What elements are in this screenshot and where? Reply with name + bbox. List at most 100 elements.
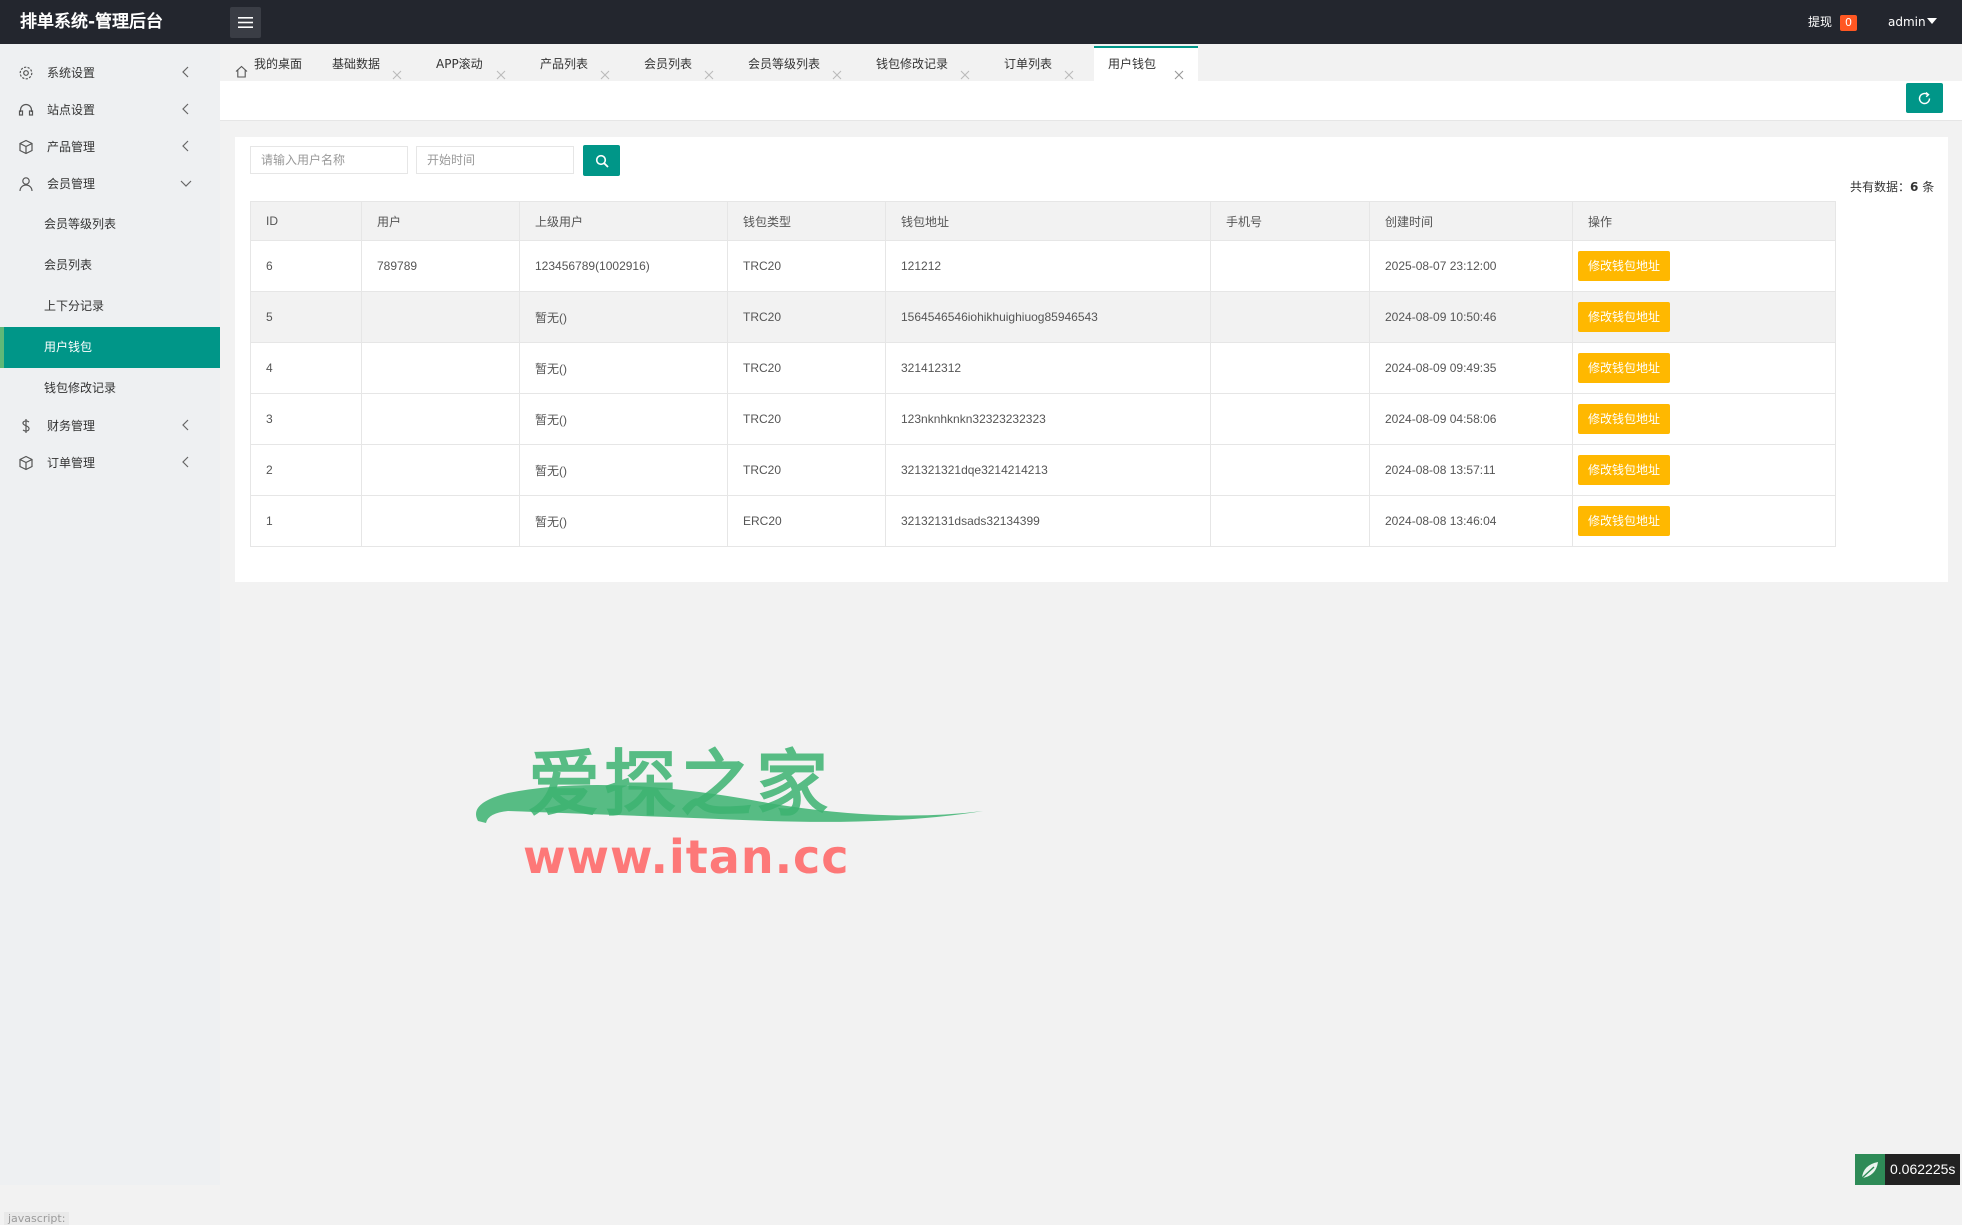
tab-member-list[interactable]: 会员列表 — [618, 48, 722, 81]
cell-phone — [1210, 444, 1370, 496]
username-search-input[interactable] — [250, 146, 408, 174]
tab-label: 我的桌面 — [254, 57, 303, 71]
sidebar-item-system-settings[interactable]: 系统设置 — [0, 55, 220, 91]
user-icon — [18, 176, 34, 192]
start-time-input[interactable] — [416, 146, 574, 174]
sidebar-item-member-management[interactable]: 会员管理 — [0, 166, 220, 202]
cell-user — [361, 444, 520, 496]
cell-wallet-address: 123nknhknkn32323232323 — [885, 393, 1211, 445]
chevron-left-icon — [180, 140, 192, 152]
column-header-user: 用户 — [361, 201, 520, 241]
cell-wallet-type: ERC20 — [727, 495, 886, 547]
edit-wallet-address-button[interactable]: 修改钱包地址 — [1578, 353, 1671, 383]
cell-created-time: 2024-08-08 13:46:04 — [1369, 495, 1573, 547]
caret-down-icon[interactable] — [1927, 18, 1937, 24]
sidebar-item-label: 站点设置 — [47, 103, 96, 117]
watermark-title: 爱探之家 — [528, 742, 833, 826]
close-icon[interactable] — [704, 60, 714, 80]
close-icon[interactable] — [960, 60, 970, 80]
cell-parent-user: 暂无() — [519, 393, 728, 445]
close-icon[interactable] — [832, 60, 842, 80]
tab-basic-data[interactable]: 基础数据 — [306, 48, 410, 81]
edit-wallet-address-button[interactable]: 修改钱包地址 — [1578, 455, 1671, 485]
chevron-down-icon — [180, 177, 192, 189]
edit-wallet-address-button[interactable]: 修改钱包地址 — [1578, 506, 1671, 536]
cell-user — [361, 495, 520, 547]
sidebar-subitem-label: 上下分记录 — [44, 299, 105, 313]
withdraw-count-badge: 0 — [1840, 15, 1857, 31]
gear-icon — [18, 65, 34, 81]
menu-toggle-button[interactable] — [230, 7, 261, 38]
tab-bar: 我的桌面 基础数据 APP滚动 产品列表 会员列表 会员等级列表 钱包修改记录 … — [220, 44, 1962, 83]
sidebar-item-order-management[interactable]: 订单管理 — [0, 445, 220, 481]
column-header-wallet-type: 钱包类型 — [727, 201, 886, 241]
home-icon — [235, 58, 248, 78]
sidebar-subitem-label: 用户钱包 — [44, 340, 93, 354]
tab-wallet-change-log[interactable]: 钱包修改记录 — [850, 48, 978, 81]
sidebar-subitem-member-list[interactable]: 会员列表 — [0, 245, 220, 286]
cell-actions: 修改钱包地址 — [1572, 495, 1836, 547]
close-icon[interactable] — [1174, 60, 1184, 80]
headset-icon — [18, 102, 34, 118]
cell-created-time: 2024-08-09 10:50:46 — [1369, 291, 1573, 343]
sidebar-subitem-label: 会员列表 — [44, 258, 93, 272]
sidebar-item-label: 产品管理 — [47, 140, 96, 154]
top-header: 排单系统-管理后台 提现 0 admin — [0, 0, 1962, 44]
close-icon[interactable] — [496, 60, 506, 80]
cell-id: 3 — [250, 393, 362, 445]
sidebar-item-product-management[interactable]: 产品管理 — [0, 129, 220, 165]
tab-label: 会员等级列表 — [748, 57, 821, 71]
cell-parent-user: 暂无() — [519, 291, 728, 343]
sidebar-item-label: 订单管理 — [47, 456, 96, 470]
total-prefix: 共有数据： — [1850, 180, 1911, 194]
sidebar-subitem-credit-records[interactable]: 上下分记录 — [0, 286, 220, 327]
edit-wallet-address-button[interactable]: 修改钱包地址 — [1578, 404, 1671, 434]
tab-user-wallet[interactable]: 用户钱包 — [1094, 46, 1198, 83]
cube-icon — [18, 455, 34, 471]
app-title: 排单系统-管理后台 — [20, 12, 164, 32]
close-icon[interactable] — [1064, 60, 1074, 80]
sidebar-subitem-member-levels[interactable]: 会员等级列表 — [0, 204, 220, 245]
cell-phone — [1210, 393, 1370, 445]
chevron-left-icon — [180, 456, 192, 468]
tab-order-list[interactable]: 订单列表 — [978, 48, 1082, 81]
cell-parent-user: 暂无() — [519, 444, 728, 496]
close-icon[interactable] — [600, 60, 610, 80]
withdraw-link[interactable]: 提现 — [1808, 0, 1832, 44]
edit-wallet-address-button[interactable]: 修改钱包地址 — [1578, 302, 1671, 332]
cell-wallet-address: 32132131dsads32134399 — [885, 495, 1211, 547]
sidebar-subitem-label: 会员等级列表 — [44, 217, 117, 231]
cube-icon — [18, 139, 34, 155]
cell-parent-user: 暂无() — [519, 342, 728, 394]
edit-wallet-address-button[interactable]: 修改钱包地址 — [1578, 251, 1671, 281]
cell-user — [361, 342, 520, 394]
column-header-actions: 操作 — [1572, 201, 1836, 241]
table-row: 1 暂无() ERC20 32132131dsads32134399 2024-… — [250, 495, 1836, 547]
sidebar-item-finance-management[interactable]: 财务管理 — [0, 408, 220, 444]
table-row: 3 暂无() TRC20 123nknhknkn32323232323 2024… — [250, 393, 1836, 445]
sidebar-subitem-user-wallet[interactable]: 用户钱包 — [0, 327, 220, 368]
tab-label: 订单列表 — [1004, 57, 1053, 71]
cell-actions: 修改钱包地址 — [1572, 291, 1836, 343]
sidebar-item-site-settings[interactable]: 站点设置 — [0, 92, 220, 128]
close-icon[interactable] — [392, 60, 402, 80]
cell-wallet-type: TRC20 — [727, 240, 886, 292]
total-count: 共有数据：6 条 — [1850, 178, 1934, 195]
leaf-logo-icon — [1855, 1154, 1885, 1185]
search-button[interactable] — [583, 145, 620, 176]
cell-wallet-type: TRC20 — [727, 393, 886, 445]
chevron-left-icon — [180, 66, 192, 78]
column-header-parent-user: 上级用户 — [519, 201, 728, 241]
refresh-button[interactable] — [1906, 83, 1943, 113]
tab-member-levels[interactable]: 会员等级列表 — [722, 48, 850, 81]
tab-product-list[interactable]: 产品列表 — [514, 48, 618, 81]
page-toolbar — [220, 81, 1962, 121]
cell-actions: 修改钱包地址 — [1572, 393, 1836, 445]
tab-my-desktop[interactable]: 我的桌面 — [220, 48, 306, 81]
cell-created-time: 2024-08-08 13:57:11 — [1369, 444, 1573, 496]
user-menu[interactable]: admin — [1888, 0, 1926, 44]
tab-app-scroll[interactable]: APP滚动 — [410, 48, 514, 81]
sidebar-subitem-wallet-change-log[interactable]: 钱包修改记录 — [0, 368, 220, 409]
cell-id: 6 — [250, 240, 362, 292]
sidebar: 系统设置 站点设置 产品管理 会员管理 会员等级列表 会员列表 上下分记录 用户… — [0, 44, 220, 1225]
